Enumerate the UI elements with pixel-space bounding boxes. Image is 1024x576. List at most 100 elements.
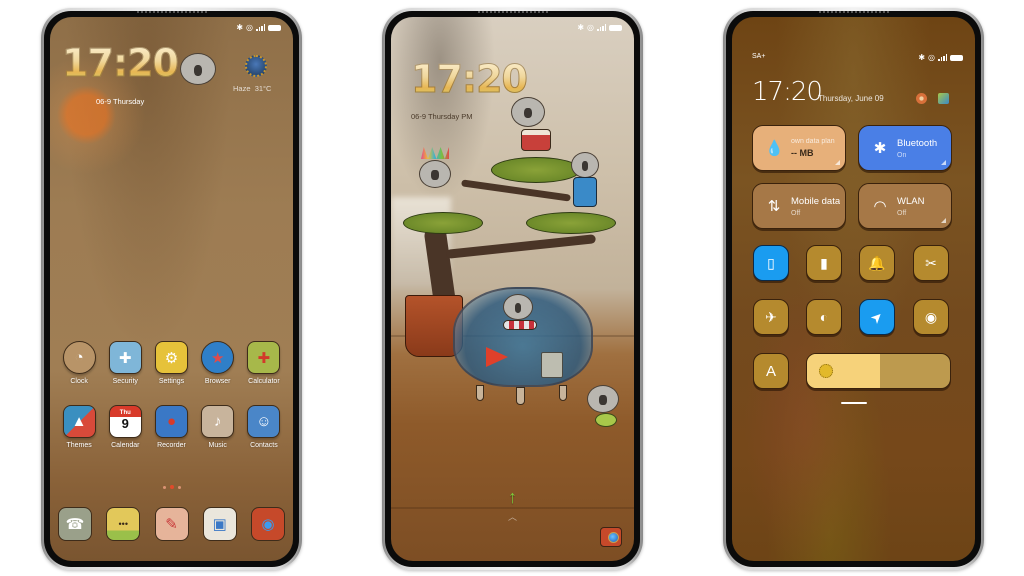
lock-screen: ✱ ◎ 17:20 06-9 Thursday PM ↑ ︿ <box>391 17 634 561</box>
home-wallpaper <box>50 17 293 561</box>
leaf <box>595 413 617 427</box>
themes-icon: ▲ <box>62 405 96 438</box>
control-center: SA+ ✱ ◎ 17:20 Thursday, June 09 💧 own da… <box>732 17 975 561</box>
app-label: Calendar <box>111 442 140 449</box>
theme-store-icon[interactable] <box>916 93 927 104</box>
flashlight-icon: ▮ <box>820 254 828 271</box>
eye-icon: ◉ <box>924 308 938 325</box>
phone-lock-screen: ✱ ◎ 17:20 06-9 Thursday PM ↑ ︿ <box>382 8 643 570</box>
status-bar: ✱ ◎ <box>577 23 622 32</box>
koala-warrior <box>414 157 456 188</box>
app-label: Settings <box>158 378 185 385</box>
toggle-vibrate[interactable]: ▯ <box>753 245 789 281</box>
tile-title: Mobile data <box>791 195 841 207</box>
tile-data-plan[interactable]: 💧 own data plan -- MB <box>752 125 846 171</box>
settings-icon: ⚙ <box>154 341 188 374</box>
weather-temperature: 31°C <box>254 84 272 93</box>
bell-icon: 🔔 <box>868 254 886 271</box>
alarm-icon: ◎ <box>928 53 935 62</box>
brightness-fill <box>807 354 880 388</box>
phone-bezel: ✱ ◎ 17:20 06-9 Thursday Haze 31°C ◔ Clock… <box>44 11 299 567</box>
toggle-notifications[interactable]: 🔔 <box>859 245 895 281</box>
tile-wlan[interactable]: ◠ WLAN Off <box>858 183 952 229</box>
koala-drummer <box>505 94 551 127</box>
app-settings[interactable]: ⚙ Settings <box>148 341 194 385</box>
weather-label: Haze 31°C <box>233 84 271 93</box>
cc-time: 17:20 <box>752 77 823 107</box>
app-label: Music <box>208 442 227 449</box>
app-calculator[interactable]: ✚ Calculator <box>241 341 287 385</box>
tile-subtitle: Off <box>791 209 801 217</box>
toggle-screenshot[interactable]: ✂ <box>913 245 949 281</box>
bluetooth-icon: ✱ <box>236 23 244 32</box>
app-label: Themes <box>66 442 92 449</box>
page-dot-active[interactable] <box>169 485 174 489</box>
app-browser[interactable]: ★ Browser <box>195 341 241 385</box>
calendar-icon: Thu 9 <box>108 405 142 438</box>
toggle-dark-mode[interactable]: ◐ <box>806 299 842 335</box>
page-dot[interactable] <box>162 485 166 489</box>
phone-bezel: ✱ ◎ 17:20 06-9 Thursday PM ↑ ︿ <box>385 11 640 567</box>
app-music[interactable]: ♪ Music <box>195 405 241 449</box>
koala-dj <box>566 149 604 178</box>
tile-bluetooth[interactable]: ✱ Bluetooth On <box>858 125 952 171</box>
cc-date: Thursday, June 09 <box>818 94 884 103</box>
app-label: Clock <box>70 378 88 385</box>
location-icon: ➤ <box>866 306 887 327</box>
weather-condition: Haze <box>233 84 251 93</box>
camera-shortcut-icon[interactable] <box>600 527 622 547</box>
app-clock[interactable]: ◔ Clock <box>56 341 102 385</box>
chevron-up-icon: ︿ <box>507 512 518 522</box>
page-indicator[interactable] <box>162 485 181 489</box>
notes-icon[interactable]: ✎ <box>154 507 189 541</box>
toggle-flashlight[interactable]: ▮ <box>806 245 842 281</box>
settings-shortcut-icon[interactable] <box>938 93 949 104</box>
calendar-day: 9 <box>121 415 129 431</box>
tile-subtitle: Off <box>897 209 907 217</box>
messages-icon[interactable]: ••• <box>106 507 141 541</box>
app-label: Browser <box>204 378 231 385</box>
app-calendar[interactable]: Thu 9 Calendar <box>102 405 148 449</box>
brightness-slider[interactable] <box>806 353 951 389</box>
koala-nose <box>581 161 589 171</box>
weather-icon[interactable] <box>245 55 267 77</box>
page-dot[interactable] <box>177 485 181 489</box>
music-icon: ♪ <box>201 405 235 438</box>
swim-ring <box>503 320 537 330</box>
dismiss-handle[interactable] <box>840 402 867 404</box>
app-themes[interactable]: ▲ Themes <box>56 405 102 449</box>
carrier-label: SA+ <box>752 53 766 60</box>
gallery-icon[interactable]: ▣ <box>202 507 237 541</box>
browser-icon: ★ <box>201 341 235 374</box>
tile-subtitle: On <box>897 151 907 159</box>
camera-icon[interactable]: ◉ <box>251 507 285 541</box>
calculator-icon: ✚ <box>247 341 281 374</box>
expand-corner-icon <box>941 218 946 223</box>
phone-home-screen: ✱ ◎ 17:20 06-9 Thursday Haze 31°C ◔ Clock… <box>41 8 302 570</box>
water-drop-icon: 💧 <box>765 140 784 157</box>
red-fish <box>486 347 508 367</box>
koala-nose <box>431 170 439 180</box>
toy-castle <box>541 352 563 378</box>
koala-swimmer <box>498 291 538 320</box>
app-grid: ◔ Clock ✚ Security ⚙ Settings ★ Browser ✚ Cal… <box>56 341 287 449</box>
status-bar: ✱ ◎ <box>918 53 963 62</box>
app-label: Contacts <box>250 442 278 449</box>
app-security[interactable]: ✚ Security <box>102 341 148 385</box>
phone-koala-icon[interactable]: ☎ <box>58 507 92 541</box>
app-recorder[interactable]: ● Recorder <box>148 405 194 449</box>
koala-leaf <box>582 382 624 413</box>
tile-title: own data plan <box>791 138 835 145</box>
swipe-up-arrow-icon[interactable]: ↑ <box>508 487 517 508</box>
app-contacts[interactable]: ☺ Contacts <box>241 405 287 449</box>
tile-mobile-data[interactable]: ⇅ Mobile data Off <box>752 183 846 229</box>
signal-icon <box>938 54 947 61</box>
toggle-location[interactable]: ➤ <box>859 299 895 335</box>
toggle-airplane[interactable]: ✈ <box>753 299 789 335</box>
auto-brightness-button[interactable]: A <box>753 353 789 389</box>
clock-icon: ◔ <box>62 341 96 374</box>
toggle-reading-mode[interactable]: ◉ <box>913 299 949 335</box>
clock-widget[interactable]: 17:20 <box>62 41 180 86</box>
alarm-icon: ◎ <box>246 23 253 32</box>
status-bar: ✱ ◎ <box>236 23 281 32</box>
